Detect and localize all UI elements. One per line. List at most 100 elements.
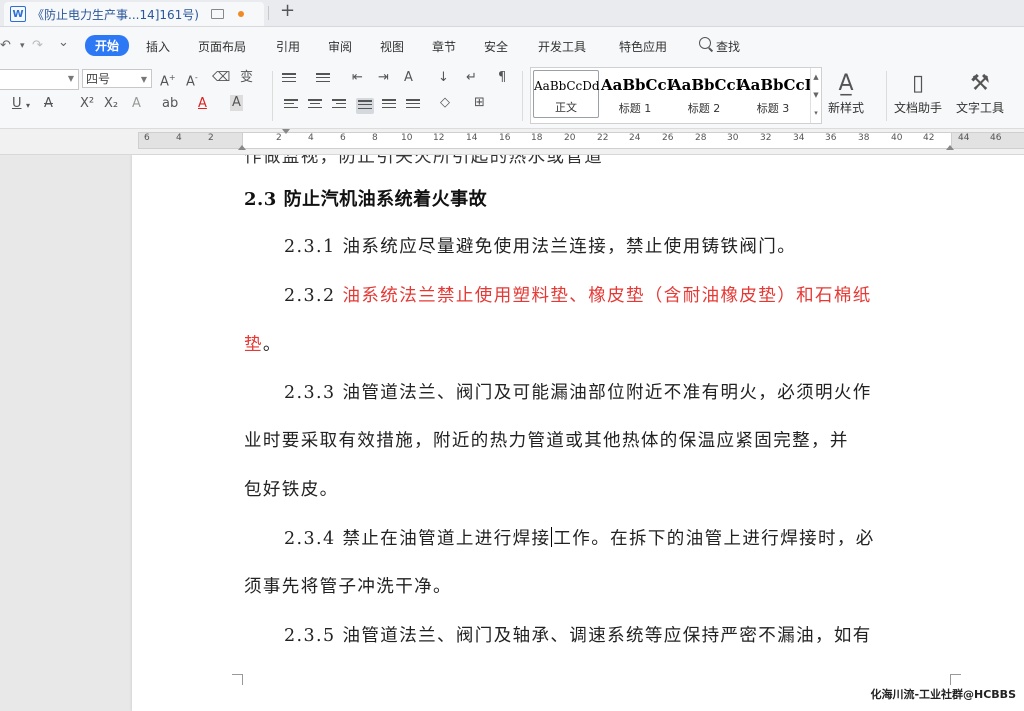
menu-page-layout[interactable]: 页面布局 xyxy=(198,38,246,55)
doc-assistant-button[interactable]: ▯ 文档助手 xyxy=(894,69,942,116)
highlight-icon[interactable]: ab xyxy=(162,96,178,112)
menu-security[interactable]: 安全 xyxy=(484,38,508,55)
change-case-icon[interactable]: A xyxy=(404,70,413,86)
ruler-label: 4 xyxy=(176,133,182,143)
paragraph-mark-icon[interactable]: ¶ xyxy=(498,70,506,86)
align-justify-icon[interactable] xyxy=(356,98,374,114)
page-corner-mark xyxy=(232,674,243,685)
document-page[interactable]: 作做监视，防止引失火所引起的热水或管道 2.3 防止汽机油系统着火事故 2.3.… xyxy=(132,155,1024,711)
document-tab-title: 《防止电力生产事...14]161号) xyxy=(32,7,199,22)
style-name: 标题 2 xyxy=(687,102,721,115)
line-spacing-icon[interactable] xyxy=(406,99,420,111)
style-sample: AaBbCcI xyxy=(670,76,743,94)
search-icon[interactable] xyxy=(699,37,711,49)
text-before-cursor: 2.3.4 禁止在油管道上进行焊接 xyxy=(284,529,551,549)
ruler-label: 34 xyxy=(793,133,805,143)
text-tools-button[interactable]: ⚒ 文字工具 xyxy=(956,69,1004,116)
ribbon-divider xyxy=(272,71,273,121)
text-effect-icon[interactable]: A xyxy=(132,96,141,112)
ruler-label: 26 xyxy=(662,133,674,143)
numbered-list-icon[interactable] xyxy=(316,73,330,85)
menu-home[interactable]: 开始 xyxy=(85,35,130,56)
char-shading-icon[interactable]: A xyxy=(230,95,243,111)
menu-insert[interactable]: 插入 xyxy=(146,38,170,55)
chevron-down-icon[interactable]: ▾ xyxy=(26,98,30,114)
style-gallery-scroll[interactable]: ▲ ▼ ▾ xyxy=(810,68,821,123)
ruler-label: 6 xyxy=(144,133,150,143)
superscript-icon[interactable]: X² xyxy=(80,96,94,112)
ruler-label: 38 xyxy=(858,133,870,143)
ruler-label: 8 xyxy=(372,133,378,143)
paragraph-2-3-2-line-2: 垫。 xyxy=(244,331,954,356)
doc-assistant-icon: ▯ xyxy=(911,71,925,96)
style-heading-3[interactable]: AaBbCcI 标题 3 xyxy=(739,70,812,118)
ruler-label: 40 xyxy=(891,133,903,143)
first-line-indent-marker[interactable] xyxy=(282,129,290,134)
new-tab-button[interactable]: + xyxy=(280,0,295,21)
section-heading: 2.3 防止汽机油系统着火事故 xyxy=(244,189,488,210)
menu-view[interactable]: 视图 xyxy=(380,38,404,55)
text-after-cursor: 工作。在拆下的油管上进行焊接时，必 xyxy=(553,529,875,549)
underline-icon[interactable]: U xyxy=(12,96,22,112)
ribbon-divider xyxy=(886,71,887,121)
menu-references[interactable]: 引用 xyxy=(276,38,300,55)
ruler-label: 2 xyxy=(276,133,282,143)
show-marks-icon[interactable]: ↵ xyxy=(466,70,477,86)
wps-writer-icon: W xyxy=(10,6,26,22)
subscript-icon[interactable]: X₂ xyxy=(104,96,118,112)
align-left-icon[interactable] xyxy=(284,99,298,111)
ruler-label: 20 xyxy=(564,133,576,143)
borders-icon[interactable]: ⊞ xyxy=(474,95,485,111)
undo-dropdown-icon[interactable]: ▾ xyxy=(20,41,25,51)
align-right-icon[interactable] xyxy=(332,99,346,111)
menu-special-apps[interactable]: 特色应用 xyxy=(619,38,667,55)
align-center-icon[interactable] xyxy=(308,99,322,111)
quick-access-more-icon[interactable]: ⌄ xyxy=(58,35,69,50)
clear-format-icon[interactable]: ⌫ xyxy=(212,70,230,86)
highlighted-text: 油系统法兰禁止使用塑料垫、橡皮垫（含耐油橡皮垫）和石棉纸 xyxy=(342,286,872,306)
style-normal[interactable]: AaBbCcDd 正文 xyxy=(533,70,600,118)
new-style-label: 新样式 xyxy=(828,101,865,115)
ruler-label: 28 xyxy=(695,133,707,143)
ruler-label: 18 xyxy=(531,133,543,143)
menu-find[interactable]: 查找 xyxy=(716,38,740,55)
document-area[interactable]: 作做监视，防止引失火所引起的热水或管道 2.3 防止汽机油系统着火事故 2.3.… xyxy=(0,155,1024,711)
style-sample: AaBbCcI xyxy=(601,76,674,94)
document-tab[interactable]: W 《防止电力生产事...14]161号) xyxy=(4,2,264,26)
ruler-margin-left xyxy=(138,132,244,149)
right-indent-marker[interactable] xyxy=(946,145,954,150)
sort-icon[interactable]: ↓ xyxy=(438,70,449,86)
monitor-icon[interactable] xyxy=(210,9,224,19)
tab-bar: W 《防止电力生产事...14]161号) + xyxy=(0,0,1024,27)
horizontal-ruler[interactable]: 6 4 2 2 4 6 8 10 12 14 16 18 20 22 24 26… xyxy=(0,129,1024,155)
phonetic-guide-icon[interactable]: 变 xyxy=(240,70,253,86)
new-style-icon: A̲ xyxy=(838,71,854,96)
menu-developer-tools[interactable]: 开发工具 xyxy=(538,38,586,55)
ruler-label: 42 xyxy=(923,133,935,143)
paragraph-2-3-3-line-1: 2.3.3 油管道法兰、阀门及可能漏油部位附近不准有明火，必须明火作 xyxy=(284,383,872,403)
distribute-icon[interactable] xyxy=(382,99,396,111)
menu-review[interactable]: 审阅 xyxy=(328,38,352,55)
font-size-select[interactable]: 四号 ▼ xyxy=(82,69,152,88)
undo-icon[interactable]: ↶ xyxy=(0,38,11,53)
menu-chapter[interactable]: 章节 xyxy=(432,38,456,55)
decrease-indent-icon[interactable]: ⇤ xyxy=(352,70,363,86)
grow-font-icon[interactable]: A+ xyxy=(160,70,176,90)
style-heading-1[interactable]: AaBbCcI 标题 1 xyxy=(601,70,674,118)
strikethrough-icon[interactable]: A xyxy=(44,96,53,112)
new-style-button[interactable]: A̲ 新样式 xyxy=(828,69,864,116)
font-color-icon[interactable]: A xyxy=(198,96,207,112)
redo-icon[interactable]: ↷ xyxy=(32,38,43,53)
increase-indent-icon[interactable]: ⇥ xyxy=(378,70,389,86)
shading-icon[interactable]: ◇ xyxy=(440,95,450,111)
font-name-select[interactable]: ▼ xyxy=(0,69,79,90)
ruler-label: 6 xyxy=(340,133,346,143)
ruler-label: 44 xyxy=(958,133,970,143)
left-indent-marker[interactable] xyxy=(238,145,246,150)
ruler-label: 4 xyxy=(308,133,314,143)
style-sample: AaBbCcDd xyxy=(534,79,600,93)
bullet-list-icon[interactable] xyxy=(282,73,296,85)
punctuation: 。 xyxy=(262,335,282,355)
shrink-font-icon[interactable]: A- xyxy=(186,70,198,90)
style-heading-2[interactable]: AaBbCcI 标题 2 xyxy=(670,70,743,118)
